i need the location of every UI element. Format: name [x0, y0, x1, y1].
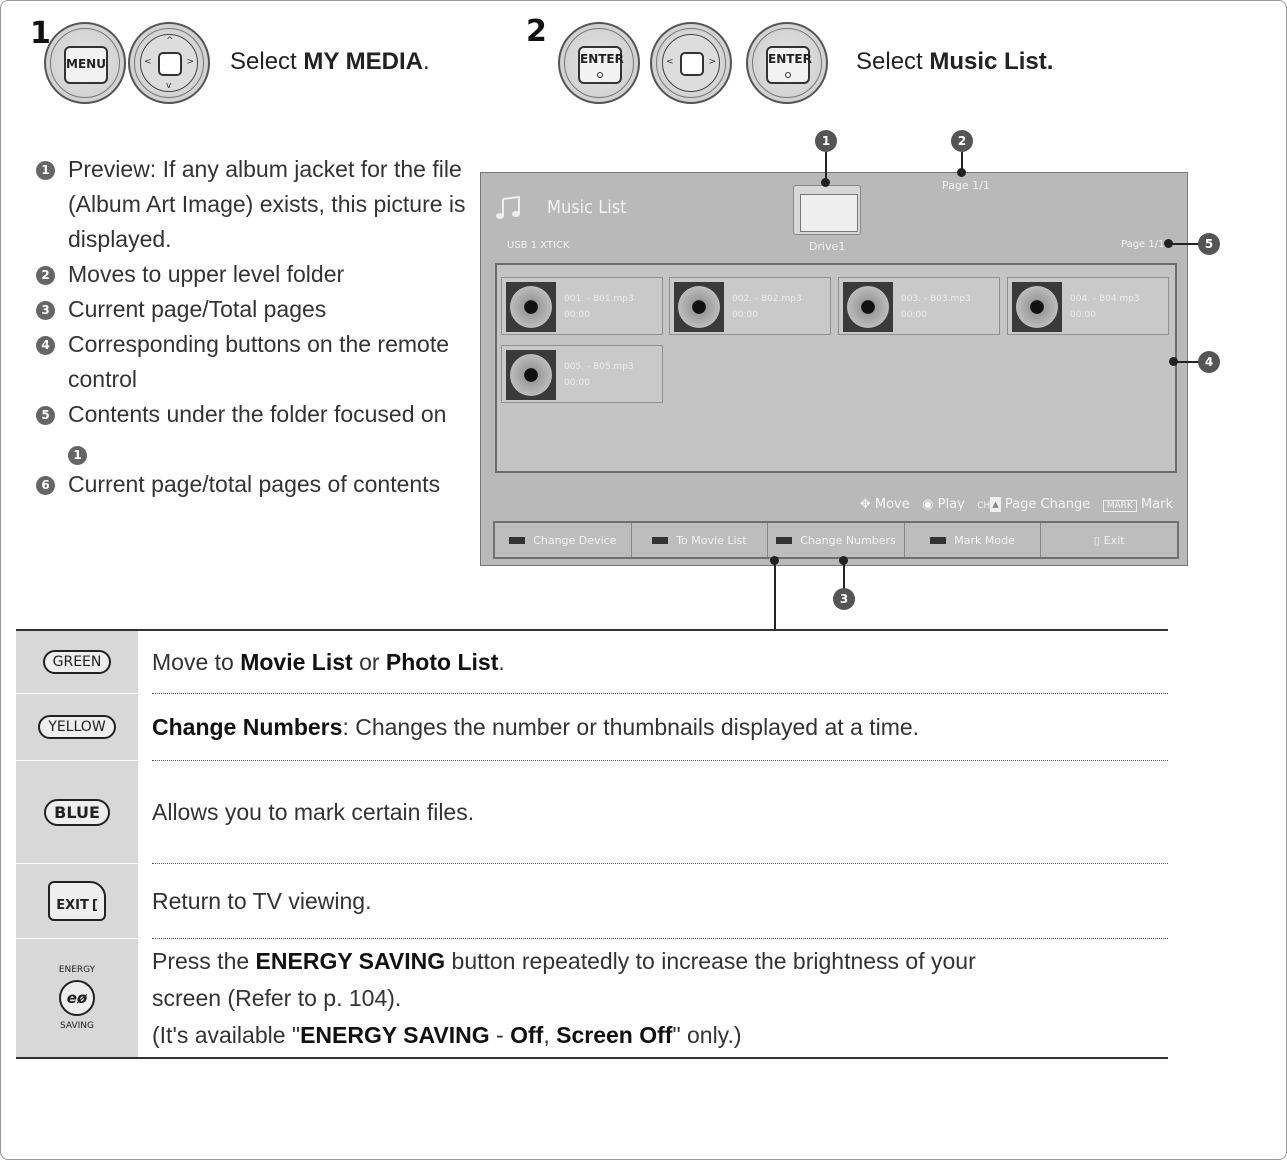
- legend-item: 5 Contents under the folder focused on 1: [36, 397, 466, 467]
- file-tile[interactable]: 001. - B01.mp3 00:00: [501, 277, 663, 335]
- key-description-table: GREEN Move to Movie List or Photo List. …: [16, 629, 1168, 1059]
- menu-button-icon: MENU: [44, 22, 126, 104]
- legend-item: 3 Current page/Total pages: [36, 292, 466, 327]
- screen-title: Music List: [547, 197, 627, 218]
- exit-key-icon: EXIT[: [16, 864, 138, 938]
- legend-item: 2 Moves to upper level folder: [36, 257, 466, 292]
- callout-badge: 2: [951, 130, 973, 152]
- key-hints: ✥ Move ◉ Play CH ▴ Page Change MARK Mark: [859, 497, 1173, 512]
- table-row: BLUE Allows you to mark certain files.: [16, 761, 1168, 863]
- yellow-button-icon: YELLOW: [16, 694, 138, 760]
- mark-mode-button[interactable]: Mark Mode: [905, 523, 1042, 557]
- disc-icon: [1012, 282, 1062, 332]
- file-tile[interactable]: 003. - B03.mp3 00:00: [838, 277, 1000, 335]
- file-tile[interactable]: 002. - B02.mp3 00:00: [669, 277, 831, 335]
- legend-item: 4 Corresponding buttons on the remote con…: [36, 327, 466, 397]
- file-tile[interactable]: 004. - B04.mp3 00:00: [1007, 277, 1169, 335]
- folder-preview-icon[interactable]: [793, 185, 861, 235]
- legend-item: 6 Current page/total pages of contents: [36, 467, 466, 502]
- enter-key: ENTER: [578, 46, 624, 84]
- enter-button-icon: ENTER: [746, 22, 828, 104]
- green-button-icon: GREEN: [16, 631, 138, 693]
- change-numbers-button[interactable]: Change Numbers: [768, 523, 905, 557]
- play-icon: ◉: [922, 497, 934, 512]
- table-row: GREEN Move to Movie List or Photo List.: [16, 631, 1168, 693]
- callout-legend: 1 Preview: If any album jacket for the fi…: [36, 152, 466, 502]
- blue-button-icon: BLUE: [16, 761, 138, 863]
- disc-icon: [843, 282, 893, 332]
- table-row: ENERGY eø SAVING Press the ENERGY SAVING b…: [16, 939, 1168, 1057]
- move-icon: ✥: [859, 497, 871, 512]
- file-grid: 001. - B01.mp3 00:00 002. - B02.mp3 00:00 …: [495, 263, 1177, 473]
- disc-icon: [506, 282, 556, 332]
- exit-icon: ▯: [1093, 533, 1100, 547]
- step-2-number: 2: [526, 14, 547, 49]
- change-device-button[interactable]: Change Device: [495, 523, 632, 557]
- music-note-icon: [496, 195, 520, 219]
- table-row: EXIT[ Return to TV viewing.: [16, 864, 1168, 938]
- energy-saving-button-icon: ENERGY eø SAVING: [16, 939, 138, 1057]
- disc-icon: [674, 282, 724, 332]
- music-list-screen: Music List USB 1 XTICK Drive1 Page 1/1 P…: [480, 172, 1188, 566]
- legend-item: 1 Preview: If any album jacket for the fi…: [36, 152, 466, 257]
- callout-badge: 1: [815, 130, 837, 152]
- folder-label: Drive1: [809, 240, 846, 253]
- page-indicator-right: Page 1/1: [1121, 239, 1165, 250]
- device-label: USB 1 XTICK: [507, 240, 570, 251]
- page-indicator-top: Page 1/1: [942, 179, 990, 192]
- callout-badge: 3: [833, 588, 855, 610]
- table-row: YELLOW Change Numbers: Changes the numbe…: [16, 694, 1168, 760]
- callout-badge: 5: [1198, 233, 1220, 255]
- enter-key: ENTER: [766, 46, 812, 84]
- disc-icon: [506, 350, 556, 400]
- exit-button[interactable]: ▯ Exit: [1041, 523, 1177, 557]
- to-movie-list-button[interactable]: To Movie List: [632, 523, 769, 557]
- menu-key: MENU: [64, 46, 108, 84]
- file-tile[interactable]: 005. - B05.mp3 00:00: [501, 345, 663, 403]
- step-2-instruction: Select Music List.: [856, 48, 1054, 75]
- enter-button-icon: ENTER: [558, 22, 640, 104]
- callout-badge: 4: [1198, 351, 1220, 373]
- navigation-pad-icon: < >: [650, 22, 732, 104]
- color-button-bar: Change Device To Movie List Change Numbe…: [493, 521, 1179, 559]
- navigation-pad-icon: ^ v < >: [128, 22, 210, 104]
- step-1-instruction: Select MY MEDIA.: [230, 48, 430, 75]
